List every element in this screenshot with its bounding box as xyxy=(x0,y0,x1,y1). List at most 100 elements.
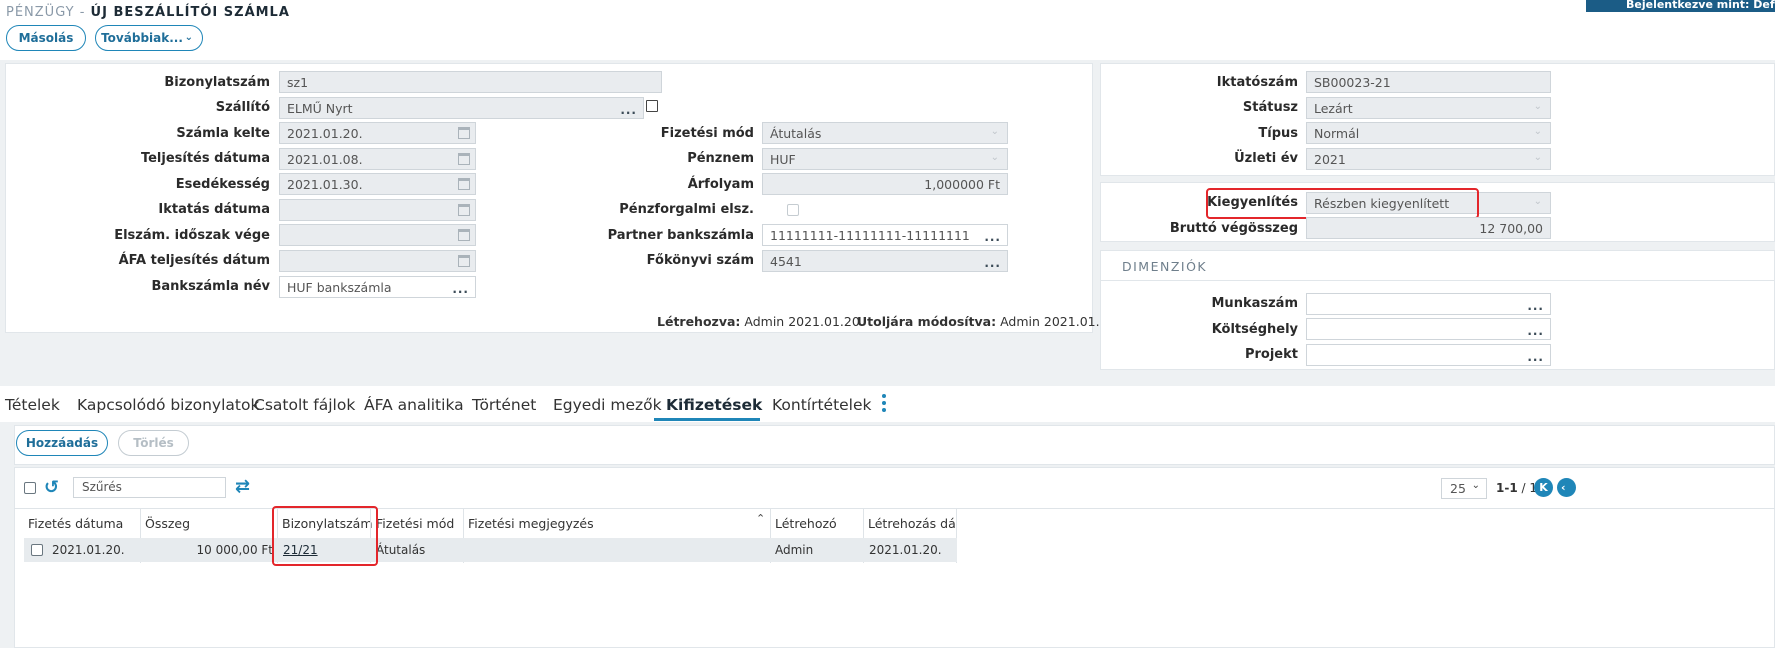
cell-amount: 10 000,00 Ft xyxy=(196,543,274,557)
select-all-checkbox[interactable] xyxy=(24,482,36,494)
tab-items[interactable]: Tételek xyxy=(5,396,60,414)
more-dots-icon[interactable]: ... xyxy=(984,256,1001,270)
chevron-down-icon: ⌄ xyxy=(1533,152,1542,163)
exchange-rate-input[interactable]: 1,000000 Ft xyxy=(762,173,1008,195)
prev-page-icon[interactable]: ‹ xyxy=(1557,478,1576,497)
breadcrumb: PÉNZÜGY - ÚJ BESZÁLLÍTÓI SZÁMLA xyxy=(6,5,290,20)
currency-select[interactable]: HUF ⌄ xyxy=(762,148,1008,170)
fulfillment-date-label: Teljesítés dátuma xyxy=(140,151,270,166)
settlement-highlight xyxy=(1206,188,1479,219)
currency-label: Pénznem xyxy=(687,151,754,166)
cost-center-label: Költséghely xyxy=(1211,322,1298,337)
payments-toolbar xyxy=(14,425,1775,465)
column-header-created-date[interactable]: Létrehozás dátu xyxy=(868,516,956,531)
add-button[interactable]: Hozzáadás xyxy=(16,430,108,456)
vat-date-label: ÁFA teljesítés dátum xyxy=(118,253,270,268)
filter-input[interactable]: Szűrés xyxy=(73,477,226,498)
tab-custom-fields[interactable]: Egyedi mezők xyxy=(553,396,662,414)
chevron-down-icon: ⌄ xyxy=(1533,101,1542,112)
page-size-select[interactable]: 25 ⌄ xyxy=(1441,478,1487,499)
chevron-down-icon: ⌄ xyxy=(990,126,999,137)
currency-value: HUF xyxy=(770,152,796,167)
partner-bank-value: 11111111-11111111-11111111 xyxy=(770,228,970,243)
column-header-payment-date[interactable]: Fizetés dátuma xyxy=(28,516,123,531)
modified-label: Utoljára módosítva: xyxy=(857,314,997,329)
login-status: Bejelentkezve mint: Defau xyxy=(1586,0,1775,12)
refresh-icon[interactable]: ↺ xyxy=(44,477,59,498)
filing-date-input[interactable] xyxy=(279,199,476,221)
calendar-icon[interactable] xyxy=(458,204,470,216)
more-dots-icon[interactable]: ... xyxy=(452,282,469,296)
vat-date-input[interactable] xyxy=(279,250,476,272)
fulfillment-date-input[interactable]: 2021.01.08. xyxy=(279,148,476,170)
project-input[interactable]: ... xyxy=(1306,344,1551,366)
page-title: ÚJ BESZÁLLÍTÓI SZÁMLA xyxy=(90,5,290,20)
cost-center-input[interactable]: ... xyxy=(1306,318,1551,340)
tab-ledger-entries[interactable]: Kontírtételek xyxy=(772,396,872,414)
work-number-input[interactable]: ... xyxy=(1306,293,1551,315)
cell-creator: Admin xyxy=(775,543,814,557)
document-number-label: Bizonylatszám xyxy=(164,75,270,90)
more-vertical-icon[interactable] xyxy=(878,392,890,416)
tab-vat-analytics[interactable]: ÁFA analitika xyxy=(364,396,464,414)
supplier-value: ELMŰ Nyrt xyxy=(287,101,353,116)
delete-button[interactable]: Törlés xyxy=(118,430,189,456)
calendar-icon[interactable] xyxy=(458,229,470,241)
created-label: Létrehozva: xyxy=(657,314,741,329)
more-dots-icon[interactable]: ... xyxy=(1527,299,1544,313)
copy-button[interactable]: Másolás xyxy=(6,25,86,51)
column-header-payment-method[interactable]: Fizetési mód xyxy=(376,516,454,531)
row-checkbox[interactable] xyxy=(31,544,43,556)
tab-payments[interactable]: Kifizetések xyxy=(666,396,762,414)
tab-attached-files[interactable]: Csatolt fájlok xyxy=(254,396,355,414)
bank-account-name-input[interactable]: HUF bankszámla... xyxy=(279,276,476,298)
calendar-icon[interactable] xyxy=(458,153,470,165)
ledger-number-label: Főkönyvi szám xyxy=(646,253,754,268)
ledger-number-value: 4541 xyxy=(770,254,802,269)
type-select[interactable]: Normál ⌄ xyxy=(1306,122,1551,144)
document-number-input[interactable]: sz1 xyxy=(279,71,662,93)
cell-payment-method: Átutalás xyxy=(376,543,426,557)
filing-number-input[interactable]: SB00023-21 xyxy=(1306,71,1551,93)
more-dots-icon[interactable]: ... xyxy=(620,103,637,117)
ledger-number-input[interactable]: 4541... xyxy=(762,250,1008,272)
swap-columns-icon[interactable]: ⇄ xyxy=(235,476,250,497)
gross-total-label: Bruttó végösszeg xyxy=(1169,221,1298,236)
column-header-payment-note[interactable]: Fizetési megjegyzés xyxy=(468,516,594,531)
column-header-amount[interactable]: Összeg xyxy=(145,516,190,531)
tab-related-documents[interactable]: Kapcsolódó bizonylatok xyxy=(77,396,259,414)
column-header-creator[interactable]: Létrehozó xyxy=(775,516,837,531)
period-end-input[interactable] xyxy=(279,224,476,246)
cash-accounting-checkbox[interactable] xyxy=(787,204,799,216)
more-dots-icon[interactable]: ... xyxy=(984,230,1001,244)
cell-created-date: 2021.01.20. xyxy=(869,543,942,557)
partner-bank-label: Partner bankszámla xyxy=(607,228,754,243)
more-dots-icon[interactable]: ... xyxy=(1527,324,1544,338)
due-date-input[interactable]: 2021.01.30. xyxy=(279,173,476,195)
first-page-icon[interactable]: K xyxy=(1534,478,1553,497)
tab-history[interactable]: Történet xyxy=(472,396,536,414)
period-end-label: Elszám. időszak vége xyxy=(114,228,270,243)
calendar-icon[interactable] xyxy=(458,178,470,190)
fiscal-year-select[interactable]: 2021 ⌄ xyxy=(1306,148,1551,170)
supplier-label: Szállító xyxy=(215,100,270,115)
gross-total-input[interactable]: 12 700,00 xyxy=(1306,217,1551,239)
more-button-label: Továbbiak... xyxy=(101,31,183,45)
more-dots-icon[interactable]: ... xyxy=(1527,350,1544,364)
calendar-icon[interactable] xyxy=(458,255,470,267)
payment-method-select[interactable]: Átutalás ⌄ xyxy=(762,122,1008,144)
filing-number-label: Iktatószám xyxy=(1216,75,1298,90)
due-date-label: Esedékesség xyxy=(175,177,270,192)
type-label: Típus xyxy=(1258,126,1298,141)
more-button[interactable]: Továbbiak... ⌄ xyxy=(95,25,203,51)
filing-date-label: Iktatás dátuma xyxy=(158,202,270,217)
edit-icon[interactable] xyxy=(646,100,658,112)
supplier-input[interactable]: ELMŰ Nyrt... xyxy=(279,97,644,119)
sort-asc-icon[interactable]: ⌃ xyxy=(756,512,765,525)
status-select[interactable]: Lezárt ⌄ xyxy=(1306,97,1551,119)
partner-bank-input[interactable]: 11111111-11111111-11111111... xyxy=(762,224,1008,246)
invoice-date-label: Számla kelte xyxy=(176,126,270,141)
fiscal-year-label: Üzleti év xyxy=(1234,151,1298,166)
calendar-icon[interactable] xyxy=(458,127,470,139)
invoice-date-input[interactable]: 2021.01.20. xyxy=(279,122,476,144)
